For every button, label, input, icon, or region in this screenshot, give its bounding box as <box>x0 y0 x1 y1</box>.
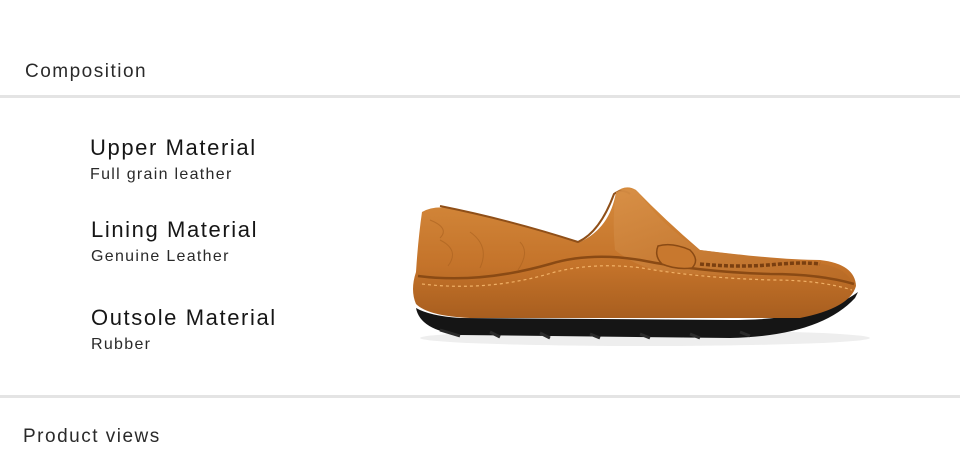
material-item-outsole: Outsole Material Rubber <box>91 305 277 354</box>
material-item-lining: Lining Material Genuine Leather <box>91 217 258 266</box>
material-name: Upper Material <box>90 135 257 160</box>
material-name: Outsole Material <box>91 305 277 330</box>
section-divider-bottom <box>0 395 960 398</box>
section-divider-top <box>0 95 960 98</box>
material-value: Genuine Leather <box>91 248 230 265</box>
material-value: Full grain leather <box>90 166 233 183</box>
material-item-upper: Upper Material Full grain leather <box>90 135 257 184</box>
product-views-heading: Product views <box>23 426 161 447</box>
loafer-shoe-image <box>413 187 870 346</box>
material-name: Lining Material <box>91 217 259 242</box>
composition-heading: Composition <box>25 61 148 82</box>
material-value: Rubber <box>91 336 152 353</box>
